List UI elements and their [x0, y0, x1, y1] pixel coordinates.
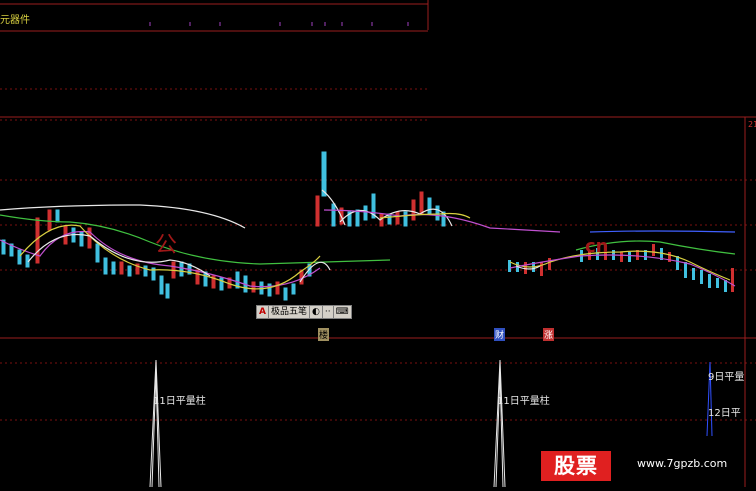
- watermark-url: www.7gpzb.com: [637, 457, 728, 470]
- marker-lou[interactable]: 楼: [318, 328, 330, 341]
- watermark-brand: 股票: [554, 454, 598, 478]
- watermark-glyph-2: cn: [585, 236, 608, 257]
- volume-label-right-1: 9日平量: [708, 372, 745, 383]
- watermark-logo: 股票: [541, 451, 611, 481]
- price-axis-label: 21: [748, 120, 756, 129]
- marker-cai[interactable]: 财: [494, 328, 506, 341]
- ime-mode-icon[interactable]: A: [257, 306, 269, 318]
- punctuation-icon[interactable]: ··: [323, 306, 334, 318]
- volume-label-left: 11日平量柱: [153, 396, 206, 407]
- kline-chart: 公 cn: [0, 0, 756, 488]
- watermark-glyph-1: 公: [155, 233, 177, 258]
- ime-toolbar[interactable]: A 极品五笔 ◐ ·· ⌨: [256, 305, 352, 319]
- marker-zhang[interactable]: 涨: [543, 328, 555, 341]
- volume-spikes: [149, 359, 506, 488]
- top-ticks: [149, 22, 409, 26]
- volume-label-mid: 11日平量柱: [497, 396, 550, 407]
- chart-stage[interactable]: 公 cn 元器件 21 楼 财 涨 A 极品五笔 ◐ ·· ⌨ 11日平量柱 1…: [0, 0, 756, 488]
- keyboard-icon[interactable]: ⌨: [334, 306, 351, 318]
- frame-lines: [0, 0, 756, 487]
- ma-lines: [0, 189, 736, 290]
- volume-label-right-2: 12日平: [708, 408, 741, 419]
- ime-name[interactable]: 极品五笔: [269, 306, 310, 318]
- toolbar-title[interactable]: 元器件: [0, 11, 30, 26]
- moon-icon[interactable]: ◐: [310, 306, 323, 318]
